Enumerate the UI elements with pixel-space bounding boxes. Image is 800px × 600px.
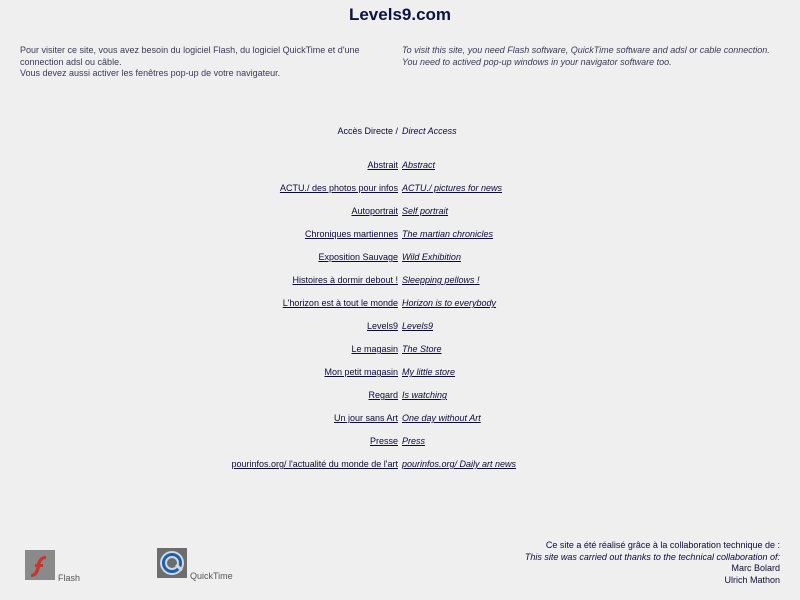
site-title: Levels9.com: [348, 5, 452, 24]
link-fr[interactable]: pourinfos.org/ l'actualité du monde de l…: [231, 459, 398, 469]
link-fr[interactable]: Presse: [370, 436, 398, 446]
intro-french-line-1: Pour visiter ce site, vous avez besoin d…: [20, 45, 360, 67]
link-row: Exposition Sauvage Wild Exhibition: [0, 252, 800, 275]
link-fr[interactable]: ACTU./ des photos pour infos: [280, 183, 398, 193]
flash-label: Flash: [58, 573, 81, 583]
link-fr[interactable]: Mon petit magasin: [324, 367, 398, 377]
credits-name-1: Marc Bolard: [731, 563, 780, 573]
link-fr[interactable]: Un jour sans Art: [334, 413, 398, 423]
link-en[interactable]: ACTU./ pictures for news: [402, 183, 502, 193]
link-row: Autoportrait Self portrait: [0, 206, 800, 229]
flash-download-link[interactable]: Flash: [25, 550, 81, 583]
link-en[interactable]: Wild Exhibition: [402, 252, 461, 262]
link-row: L'horizon est à tout le monde Horizon is…: [0, 298, 800, 321]
link-row: Mon petit magasin My little store: [0, 367, 800, 390]
link-fr[interactable]: Levels9: [367, 321, 398, 331]
link-row: Le magasin The Store: [0, 344, 800, 367]
link-fr[interactable]: Regard: [368, 390, 398, 400]
link-en[interactable]: One day without Art: [402, 413, 481, 423]
link-row: Histoires à dormir debout ! Sleepping pe…: [0, 275, 800, 298]
intro-english-line-1: To visit this site, you need Flash softw…: [402, 45, 770, 55]
link-fr[interactable]: Le magasin: [351, 344, 398, 354]
intro-english-line-2: You need to actived pop-up windows in yo…: [402, 56, 672, 67]
link-fr[interactable]: Chroniques martiennes: [305, 229, 398, 239]
intro-english: To visit this site, you need Flash softw…: [402, 45, 782, 68]
link-row: pourinfos.org/ l'actualité du monde de l…: [0, 459, 800, 482]
link-list: Abstrait Abstract ACTU./ des photos pour…: [0, 160, 800, 482]
link-en[interactable]: The martian chronicles: [402, 229, 493, 239]
link-row: Chroniques martiennes The martian chroni…: [0, 229, 800, 252]
link-en[interactable]: Levels9: [402, 321, 433, 331]
intro-french-line-2: Vous devez aussi activer les fenêtres po…: [20, 68, 281, 78]
credits-english: This site was carried out thanks to the …: [524, 551, 780, 562]
direct-access-label-en: Direct Access: [402, 126, 457, 136]
link-en[interactable]: Self portrait: [402, 206, 448, 216]
link-fr[interactable]: Exposition Sauvage: [318, 252, 398, 262]
link-en[interactable]: Sleepping pellows !: [402, 275, 480, 285]
link-en[interactable]: Is watching: [402, 390, 447, 400]
link-en[interactable]: Horizon is to everybody: [402, 298, 496, 308]
credits: Ce site a été réalisé grâce à la collabo…: [380, 540, 780, 586]
link-en[interactable]: My little store: [402, 367, 455, 377]
link-row: Abstrait Abstract: [0, 160, 800, 183]
quicktime-download-link[interactable]: QuickTime: [157, 548, 233, 581]
link-fr[interactable]: L'horizon est à tout le monde: [283, 298, 398, 308]
credits-name-2: Ulrich Mathon: [724, 574, 780, 585]
link-row: ACTU./ des photos pour infos ACTU./ pict…: [0, 183, 800, 206]
flash-icon: [25, 550, 55, 580]
link-row: Regard Is watching: [0, 390, 800, 413]
link-fr[interactable]: Autoportrait: [351, 206, 398, 216]
intro-french: Pour visiter ce site, vous avez besoin d…: [20, 45, 398, 80]
link-fr[interactable]: Abstrait: [367, 160, 398, 170]
quicktime-icon: [157, 548, 187, 578]
page: Levels9.com Pour visiter ce site, vous a…: [0, 0, 800, 600]
link-fr[interactable]: Histoires à dormir debout !: [292, 275, 398, 285]
link-row: Un jour sans Art One day without Art: [0, 413, 800, 436]
direct-access-label-fr: Accès Directe /: [337, 126, 398, 136]
link-en[interactable]: The Store: [402, 344, 442, 354]
link-en[interactable]: Abstract: [402, 160, 435, 170]
quicktime-label: QuickTime: [190, 571, 233, 581]
credits-french: Ce site a été réalisé grâce à la collabo…: [545, 540, 780, 550]
link-row: Levels9 Levels9: [0, 321, 800, 344]
link-en[interactable]: Press: [402, 436, 425, 446]
link-row: Presse Press: [0, 436, 800, 459]
link-en[interactable]: pourinfos.org/ Daily art news: [402, 459, 516, 469]
